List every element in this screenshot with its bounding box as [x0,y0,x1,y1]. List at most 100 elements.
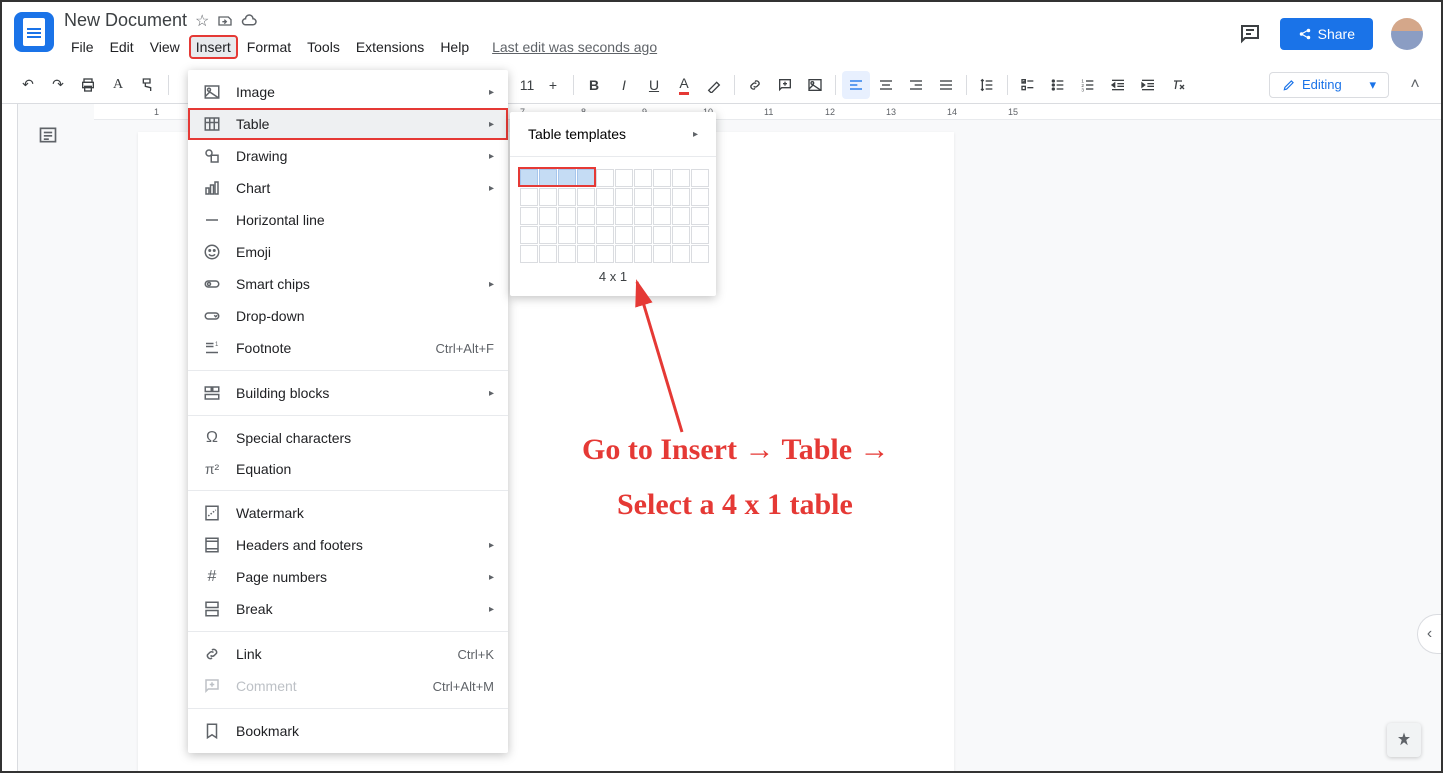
italic-button[interactable]: I [610,71,638,99]
table-grid-cell[interactable] [672,188,690,206]
table-grid-cell[interactable] [672,207,690,225]
table-grid-cell[interactable] [596,169,614,187]
table-grid-cell[interactable] [672,245,690,263]
table-templates-item[interactable]: Table templates ▸ [510,118,716,150]
table-grid-cell[interactable] [672,169,690,187]
insert-menu-item-image[interactable]: Image▸ [188,76,508,108]
insert-menu-item-table[interactable]: Table▸ [188,108,508,140]
checklist-button[interactable] [1014,71,1042,99]
table-grid-cell[interactable] [596,207,614,225]
table-grid-cell[interactable] [653,245,671,263]
table-grid-cell[interactable] [691,169,709,187]
last-edit-link[interactable]: Last edit was seconds ago [492,39,657,55]
table-grid-cell[interactable] [558,207,576,225]
table-grid-cell[interactable] [596,188,614,206]
table-grid-cell[interactable] [539,245,557,263]
bulleted-list-button[interactable] [1044,71,1072,99]
font-size-value[interactable]: 11 [515,77,539,93]
insert-menu-item-drawing[interactable]: Drawing▸ [188,140,508,172]
align-center-button[interactable] [872,71,900,99]
increase-indent-button[interactable] [1134,71,1162,99]
insert-menu-item-link[interactable]: LinkCtrl+K [188,638,508,670]
table-grid-cell[interactable] [634,169,652,187]
table-grid-cell[interactable] [634,226,652,244]
insert-menu-item-special-characters[interactable]: ΩSpecial characters [188,422,508,454]
spellcheck-button[interactable]: A [104,71,132,99]
table-grid-cell[interactable] [539,226,557,244]
table-grid-cell[interactable] [615,169,633,187]
table-grid-cell[interactable] [539,188,557,206]
table-grid-cell[interactable] [520,245,538,263]
menu-view[interactable]: View [143,35,187,59]
insert-menu-item-break[interactable]: Break▸ [188,593,508,625]
account-avatar[interactable] [1391,18,1423,50]
insert-menu-item-bookmark[interactable]: Bookmark [188,715,508,747]
table-grid-cell[interactable] [596,226,614,244]
table-grid-cell[interactable] [691,188,709,206]
document-outline-button[interactable] [33,120,63,150]
table-grid-cell[interactable] [615,188,633,206]
insert-link-button[interactable] [741,71,769,99]
table-grid-cell[interactable] [577,226,595,244]
table-grid-cell[interactable] [577,207,595,225]
move-icon[interactable] [217,13,233,29]
table-grid-cell[interactable] [520,226,538,244]
insert-image-button[interactable] [801,71,829,99]
clear-formatting-button[interactable] [1164,71,1192,99]
menu-format[interactable]: Format [240,35,298,59]
table-grid-cell[interactable] [653,207,671,225]
insert-menu-item-watermark[interactable]: Watermark [188,497,508,529]
decrease-indent-button[interactable] [1104,71,1132,99]
table-grid-cell[interactable] [558,226,576,244]
menu-help[interactable]: Help [433,35,476,59]
cloud-status-icon[interactable] [241,14,259,28]
table-grid-cell[interactable] [672,226,690,244]
line-spacing-button[interactable] [973,71,1001,99]
insert-menu-item-smart-chips[interactable]: Smart chips▸ [188,268,508,300]
table-size-picker[interactable]: 4 x 1 [510,163,716,290]
table-grid-cell[interactable] [653,188,671,206]
insert-menu-item-emoji[interactable]: Emoji [188,236,508,268]
table-grid-cell[interactable] [634,188,652,206]
table-grid-cell[interactable] [653,226,671,244]
menu-file[interactable]: File [64,35,101,59]
editing-mode-button[interactable]: Editing ▾ [1269,72,1389,98]
paint-format-button[interactable] [134,71,162,99]
explore-button[interactable] [1387,723,1421,757]
table-grid-cell[interactable] [520,188,538,206]
redo-button[interactable]: ↷ [44,71,72,99]
menu-extensions[interactable]: Extensions [349,35,431,59]
table-grid-cell[interactable] [558,245,576,263]
table-grid-cell[interactable] [691,207,709,225]
highlight-color-button[interactable] [700,71,728,99]
table-grid-cell[interactable] [615,226,633,244]
insert-menu-item-building-blocks[interactable]: Building blocks▸ [188,377,508,409]
text-color-button[interactable]: A [670,71,698,99]
align-justify-button[interactable] [932,71,960,99]
insert-menu-item-equation[interactable]: π²Equation [188,454,508,484]
insert-menu-item-page-numbers[interactable]: #Page numbers▸ [188,561,508,593]
share-button[interactable]: Share [1280,18,1373,50]
table-grid-cell[interactable] [539,207,557,225]
insert-comment-button[interactable] [771,71,799,99]
undo-button[interactable]: ↶ [14,71,42,99]
print-button[interactable] [74,71,102,99]
bold-button[interactable]: B [580,71,608,99]
table-grid-cell[interactable] [653,169,671,187]
numbered-list-button[interactable]: 123 [1074,71,1102,99]
menu-edit[interactable]: Edit [103,35,141,59]
docs-logo-icon[interactable] [14,12,54,52]
table-grid-cell[interactable] [577,245,595,263]
table-grid-cell[interactable] [596,245,614,263]
table-grid-cell[interactable] [691,245,709,263]
align-left-button[interactable] [842,71,870,99]
insert-menu-item-horizontal-line[interactable]: Horizontal line [188,204,508,236]
insert-menu-item-headers-and-footers[interactable]: Headers and footers▸ [188,529,508,561]
table-grid-cell[interactable] [615,207,633,225]
insert-menu-item-drop-down[interactable]: Drop-down [188,300,508,332]
table-grid-cell[interactable] [577,188,595,206]
table-grid-cell[interactable] [691,226,709,244]
insert-menu-item-footnote[interactable]: 1FootnoteCtrl+Alt+F [188,332,508,364]
table-grid-cell[interactable] [520,207,538,225]
menu-insert[interactable]: Insert [189,35,238,59]
